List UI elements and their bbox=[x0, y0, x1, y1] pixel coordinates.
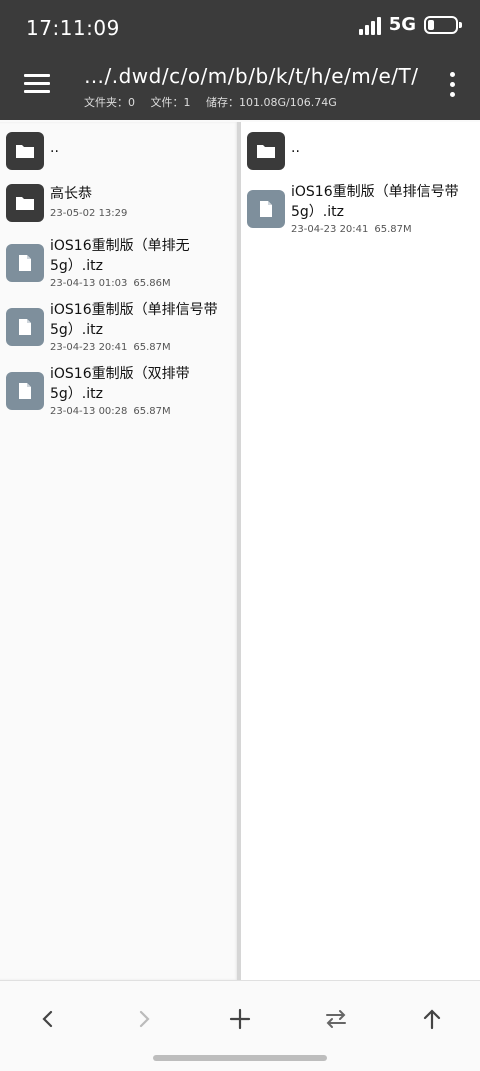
file-date: 23-04-23 20:41 bbox=[50, 342, 128, 353]
folder-count: 文件夹：0 bbox=[84, 96, 135, 109]
file-date: 23-04-23 20:41 bbox=[291, 224, 369, 235]
status-indicators: 5G bbox=[358, 14, 462, 35]
swap-icon bbox=[326, 1010, 346, 1028]
storage-usage: 储存：101.08G/106.74G bbox=[206, 96, 337, 109]
folder-name: .. bbox=[291, 140, 300, 156]
left-file-pane[interactable]: .. 高长恭 23-05-02 13:29 iOS16重制版（单排无5g）.it… bbox=[0, 122, 238, 980]
parent-folder-row[interactable]: .. bbox=[241, 132, 480, 176]
menu-icon[interactable] bbox=[24, 74, 50, 94]
file-meta: 23-04-13 00:28 65.87M bbox=[50, 406, 171, 417]
signal-icon bbox=[358, 15, 381, 35]
folder-date: 23-05-02 13:29 bbox=[50, 208, 128, 219]
folder-icon bbox=[6, 132, 44, 170]
swap-panes-button[interactable] bbox=[318, 1001, 354, 1037]
file-icon bbox=[6, 372, 44, 410]
file-date: 23-04-13 01:03 bbox=[50, 278, 128, 289]
file-meta: 23-04-23 20:41 65.87M bbox=[291, 224, 412, 235]
folder-stats: 文件夹：0 文件：1 储存：101.08G/106.74G bbox=[84, 94, 349, 110]
up-button[interactable] bbox=[414, 1001, 450, 1037]
file-size: 65.86M bbox=[133, 278, 171, 289]
current-path[interactable]: …/.dwd/c/o/m/b/b/k/t/h/e/m/e/T/ bbox=[84, 64, 418, 88]
file-size: 65.87M bbox=[133, 342, 171, 353]
file-name: iOS16重制版（单排信号带5g）.itz bbox=[50, 302, 218, 338]
chevron-right-icon bbox=[139, 1010, 150, 1028]
file-row[interactable]: iOS16重制版（单排信号带5g）.itz 23-04-23 20:41 65.8… bbox=[241, 182, 480, 240]
right-file-pane[interactable]: .. iOS16重制版（单排信号带5g）.itz 23-04-23 20:41 6… bbox=[241, 122, 480, 980]
file-name: iOS16重制版（单排无5g）.itz bbox=[50, 238, 190, 274]
file-row[interactable]: iOS16重制版（单排无5g）.itz 23-04-13 01:03 65.86M bbox=[0, 236, 238, 294]
arrow-up-icon bbox=[423, 1009, 441, 1030]
file-row[interactable]: iOS16重制版（双排带5g）.itz 23-04-13 00:28 65.87M bbox=[0, 364, 238, 422]
file-name: iOS16重制版（单排信号带5g）.itz bbox=[291, 184, 459, 220]
app-toolbar: …/.dwd/c/o/m/b/b/k/t/h/e/m/e/T/ 文件夹：0 文件… bbox=[0, 56, 480, 120]
file-date: 23-04-13 00:28 bbox=[50, 406, 128, 417]
back-button[interactable] bbox=[30, 1001, 66, 1037]
battery-icon bbox=[424, 15, 462, 34]
file-icon bbox=[6, 308, 44, 346]
more-options-icon[interactable] bbox=[448, 72, 456, 98]
file-name: iOS16重制版（双排带5g）.itz bbox=[50, 366, 190, 402]
folder-name: .. bbox=[50, 140, 59, 156]
chevron-left-icon bbox=[42, 1010, 53, 1028]
file-icon bbox=[247, 190, 285, 228]
plus-icon bbox=[229, 1008, 251, 1030]
file-count: 文件：1 bbox=[150, 96, 191, 109]
file-row[interactable]: iOS16重制版（单排信号带5g）.itz 23-04-23 20:41 65.8… bbox=[0, 300, 238, 358]
forward-button[interactable] bbox=[126, 1001, 162, 1037]
add-button[interactable] bbox=[222, 1001, 258, 1037]
folder-icon bbox=[6, 184, 44, 222]
network-type: 5G bbox=[388, 14, 416, 35]
home-indicator[interactable] bbox=[153, 1055, 327, 1061]
file-icon bbox=[6, 244, 44, 282]
status-bar: 17:11:09 5G bbox=[0, 0, 480, 56]
file-size: 65.87M bbox=[133, 406, 171, 417]
file-meta: 23-04-13 01:03 65.86M bbox=[50, 278, 171, 289]
folder-icon bbox=[247, 132, 285, 170]
folder-name: 高长恭 bbox=[50, 186, 92, 202]
bottom-action-bar bbox=[0, 980, 480, 1071]
status-time: 17:11:09 bbox=[26, 16, 120, 40]
folder-row[interactable]: 高长恭 23-05-02 13:29 bbox=[0, 184, 238, 228]
file-size: 65.87M bbox=[374, 224, 412, 235]
parent-folder-row[interactable]: .. bbox=[0, 132, 238, 176]
file-meta: 23-04-23 20:41 65.87M bbox=[50, 342, 171, 353]
